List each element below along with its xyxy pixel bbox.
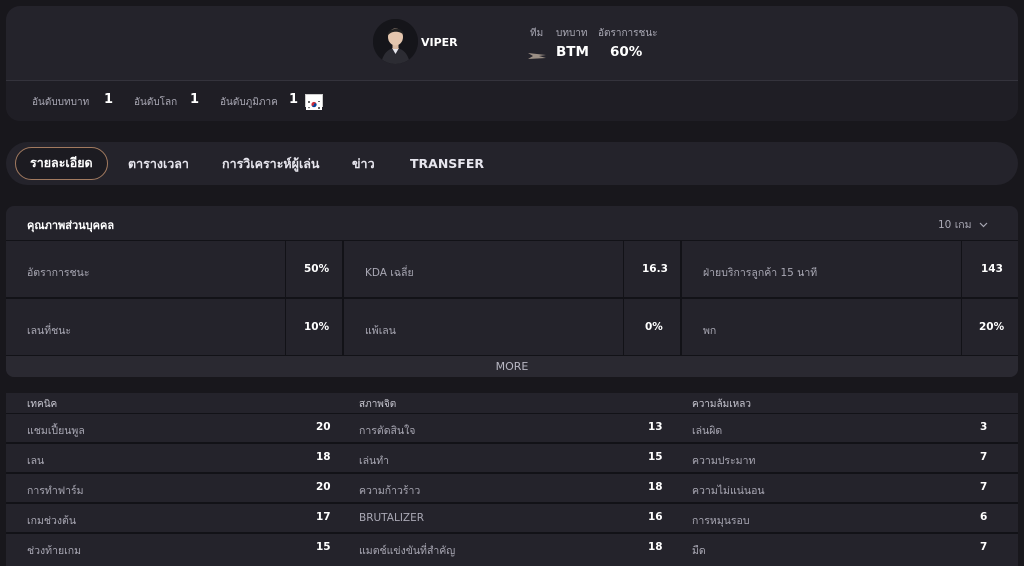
row-value: 7	[980, 541, 988, 553]
row-value: 17	[316, 511, 331, 523]
row-label: ความก้าวร้าว	[359, 485, 421, 497]
row-label: การทำฟาร์ม	[27, 485, 84, 497]
role-rank-label: อันดับบทบาท	[32, 97, 90, 108]
stat-value: 20%	[979, 321, 1005, 333]
tab-player-analysis[interactable]: การวิเคราะห์ผู้เล่น	[222, 147, 319, 180]
team-label: ทีม	[530, 28, 544, 39]
stat-cell: 50%	[286, 241, 342, 297]
role-rank-value: 1	[104, 92, 114, 107]
stat-label: เลนที่ชนะ	[27, 325, 72, 337]
region-rank-value: 1	[289, 92, 299, 107]
stat-value: 0%	[645, 321, 663, 333]
team-logo-icon	[527, 47, 547, 59]
row-value: 3	[980, 421, 988, 433]
stat-value: 10%	[304, 321, 330, 333]
row-label: เล่นผิด	[692, 425, 723, 437]
korea-flag-icon	[305, 94, 323, 110]
tab-bar: รายละเอียด ตารางเวลา การวิเคราะห์ผู้เล่น…	[6, 142, 1018, 185]
table-row: เลน 18 เล่นทำ 15 ความประมาท 7	[6, 444, 1018, 472]
stat-cell: อัตราการชนะ	[6, 241, 285, 297]
world-rank-value: 1	[190, 92, 200, 107]
player-avatar	[373, 19, 418, 64]
stat-cell: พก	[682, 299, 961, 355]
world-rank-label: อันดับโลก	[134, 97, 178, 108]
personal-quality-title: คุณภาพส่วนบุคคล	[27, 219, 115, 232]
row-value: 15	[316, 541, 331, 553]
stat-cell: เลนที่ชนะ	[6, 299, 285, 355]
row-label: ความประมาท	[692, 455, 756, 467]
tab-schedule[interactable]: ตารางเวลา	[128, 147, 189, 180]
row-value: 16	[648, 511, 663, 523]
row-label: การตัดสินใจ	[359, 425, 416, 437]
stat-cell: 20%	[962, 299, 1018, 355]
more-button[interactable]: MORE	[6, 356, 1018, 377]
stat-cell: 10%	[286, 299, 342, 355]
row-label: ความไม่แน่นอน	[692, 485, 765, 497]
category-title-failure: ความล้มเหลว	[692, 399, 751, 410]
category-title-technique: เทคนิค	[27, 399, 58, 410]
team-name[interactable]: BTM	[556, 44, 589, 60]
region-rank-label: อันดับภูมิภาค	[220, 97, 278, 108]
row-value: 18	[316, 451, 331, 463]
skill-categories-table: เทคนิค สภาพจิต ความล้มเหลว แชมเปี้ยนพูล …	[6, 393, 1018, 566]
games-filter-dropdown[interactable]: 10 เกม	[938, 216, 988, 233]
tab-details[interactable]: รายละเอียด	[15, 147, 108, 180]
stat-cell: KDA เฉลี่ย	[344, 241, 623, 297]
row-value: 13	[648, 421, 663, 433]
table-row: เกมช่วงต้น 17 BRUTALIZER 16 การหมุนรอบ 6	[6, 504, 1018, 532]
stat-cell: ฝ่ายบริการลูกค้า 15 นาที	[682, 241, 961, 297]
row-label: เล่นทำ	[359, 455, 390, 467]
row-value: 20	[316, 421, 331, 433]
row-label: การหมุนรอบ	[692, 515, 750, 527]
stat-label: อัตราการชนะ	[27, 267, 90, 279]
tab-transfer[interactable]: TRANSFER	[410, 147, 484, 180]
games-filter-value: 10 เกม	[938, 219, 972, 231]
stat-label: แพ้เลน	[365, 325, 396, 337]
category-title-mental: สภาพจิต	[359, 399, 397, 410]
role-label: บทบาท	[556, 28, 588, 39]
chevron-down-icon	[979, 219, 988, 231]
row-value: 7	[980, 481, 988, 493]
row-label: เกมช่วงต้น	[27, 515, 77, 527]
row-value: 18	[648, 481, 663, 493]
row-value: 18	[648, 541, 663, 553]
row-label: แชมเปี้ยนพูล	[27, 425, 85, 437]
rank-bar: อันดับบทบาท 1 อันดับโลก 1 อันดับภูมิภาค …	[6, 80, 1018, 121]
row-value: 6	[980, 511, 988, 523]
row-label: BRUTALIZER	[359, 512, 425, 524]
winrate-value: 60%	[610, 44, 643, 60]
stat-label: KDA เฉลี่ย	[365, 267, 414, 279]
stat-value: 16.3	[642, 263, 668, 275]
row-label: แมตช์แข่งขันที่สำคัญ	[359, 545, 456, 557]
row-value: 15	[648, 451, 663, 463]
stat-value: 143	[981, 263, 1003, 275]
stat-cell: 0%	[624, 299, 680, 355]
row-value: 7	[980, 451, 988, 463]
row-label: เลน	[27, 455, 45, 467]
table-row: ช่วงท้ายเกม 15 แมตช์แข่งขันที่สำคัญ 18 ม…	[6, 534, 1018, 566]
row-label: มืด	[692, 545, 706, 557]
personal-quality-panel: คุณภาพส่วนบุคคล 10 เกม อัตราการชนะ 50% K…	[6, 206, 1018, 377]
stat-cell: แพ้เลน	[344, 299, 623, 355]
winrate-label: อัตราการชนะ	[598, 28, 658, 39]
player-summary: VIPER ทีม บทบาท อัตราการชนะ BTM 60%	[6, 6, 1018, 80]
stat-label: ฝ่ายบริการลูกค้า 15 นาที	[703, 267, 818, 279]
stat-label: พก	[703, 325, 717, 337]
player-name: VIPER	[421, 36, 458, 49]
stat-cell: 143	[962, 241, 1018, 297]
personal-stats-grid: อัตราการชนะ 50% KDA เฉลี่ย 16.3 ฝ่ายบริก…	[6, 240, 1018, 356]
player-header: VIPER ทีม บทบาท อัตราการชนะ BTM 60% อันด…	[6, 6, 1018, 121]
categories-header: เทคนิค สภาพจิต ความล้มเหลว	[6, 393, 1018, 413]
stat-cell: 16.3	[624, 241, 680, 297]
row-label: ช่วงท้ายเกม	[27, 545, 81, 557]
personal-quality-header: คุณภาพส่วนบุคคล 10 เกม	[6, 206, 1018, 240]
table-row: การทำฟาร์ม 20 ความก้าวร้าว 18 ความไม่แน่…	[6, 474, 1018, 502]
row-value: 20	[316, 481, 331, 493]
table-row: แชมเปี้ยนพูล 20 การตัดสินใจ 13 เล่นผิด 3	[6, 414, 1018, 442]
tab-news[interactable]: ข่าว	[352, 147, 375, 180]
stat-value: 50%	[304, 263, 330, 275]
